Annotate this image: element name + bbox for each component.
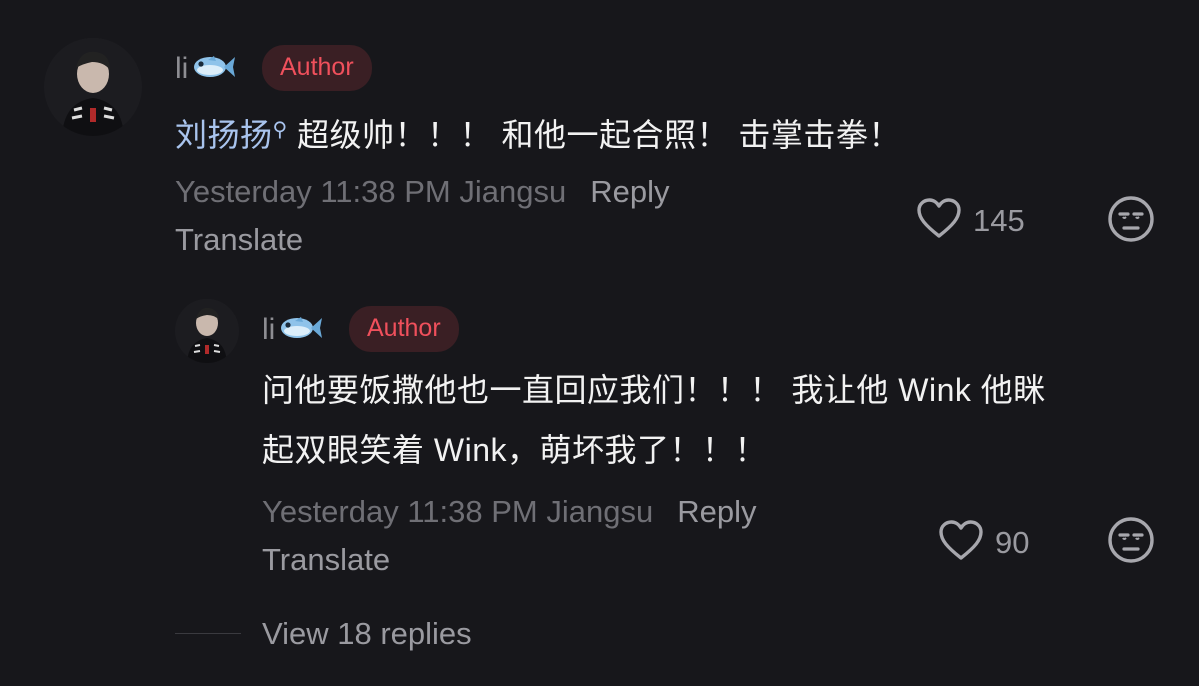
reply-button[interactable]: Reply bbox=[677, 494, 756, 529]
dislike-button[interactable] bbox=[1107, 195, 1155, 248]
comment-body: 超级帅！！！ 和他一起合照！ 击掌击拳！ bbox=[287, 117, 901, 153]
like-count: 145 bbox=[973, 202, 1025, 238]
avatar[interactable] bbox=[44, 38, 142, 136]
like-button[interactable]: 90 bbox=[937, 518, 1029, 567]
reply-meta: Yesterday 11:38 PM Jiangsu Reply bbox=[262, 494, 756, 530]
translate-button[interactable]: Translate bbox=[175, 222, 303, 258]
heart-outline-icon[interactable] bbox=[915, 196, 963, 245]
username-text[interactable]: li bbox=[262, 315, 275, 345]
reply-text-line1: 问他要饭撒他也一直回应我们！！！ 我让他 Wink 他眯 bbox=[262, 372, 1046, 408]
search-mention-icon: ⚲ bbox=[272, 119, 288, 141]
author-badge: Author bbox=[262, 45, 372, 91]
author-badge: Author bbox=[349, 306, 459, 352]
replies-divider bbox=[175, 633, 241, 634]
timestamp: Yesterday 11:38 PM Jiangsu bbox=[262, 494, 654, 529]
reply-text-line2: 起双眼笑着 Wink，萌坏我了！！！ bbox=[262, 432, 768, 468]
view-replies-button[interactable]: View 18 replies bbox=[262, 616, 472, 652]
avatar-image bbox=[44, 38, 142, 136]
translate-button[interactable]: Translate bbox=[262, 542, 390, 578]
reply-avatar[interactable] bbox=[175, 299, 239, 363]
username-text[interactable]: li bbox=[175, 54, 188, 84]
comment-thread: li Author 刘扬扬⚲ 超级帅！！！ 和他一起合照！ 击掌击拳！ Yest… bbox=[0, 0, 1199, 686]
reply-username[interactable]: li bbox=[262, 311, 323, 349]
fish-emoji-icon bbox=[190, 50, 236, 88]
timestamp: Yesterday 11:38 PM Jiangsu bbox=[175, 174, 567, 209]
comment-text: 刘扬扬⚲ 超级帅！！！ 和他一起合照！ 击掌击拳！ bbox=[175, 98, 1155, 167]
comment-meta: Yesterday 11:38 PM Jiangsu Reply bbox=[175, 174, 669, 210]
fish-emoji-icon bbox=[277, 311, 323, 349]
unamused-face-icon[interactable] bbox=[1107, 196, 1155, 247]
dislike-button[interactable] bbox=[1107, 516, 1155, 569]
like-count: 90 bbox=[995, 524, 1030, 560]
reply-button[interactable]: Reply bbox=[590, 174, 669, 209]
mention-link[interactable]: 刘扬扬⚲ bbox=[175, 117, 288, 153]
avatar-image bbox=[175, 299, 239, 363]
unamused-face-icon[interactable] bbox=[1107, 517, 1155, 568]
comment-username[interactable]: li bbox=[175, 50, 236, 88]
like-button[interactable]: 145 bbox=[915, 196, 1025, 245]
heart-outline-icon[interactable] bbox=[937, 518, 985, 567]
mention-text[interactable]: 刘扬扬 bbox=[175, 117, 273, 153]
